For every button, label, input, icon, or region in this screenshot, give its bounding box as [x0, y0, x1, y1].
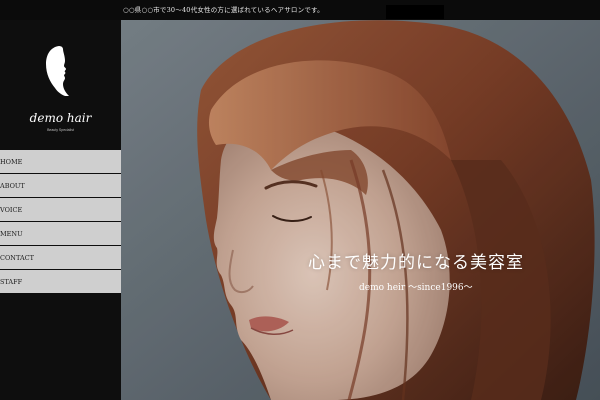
nav-item-label: MENU — [0, 229, 23, 238]
main-nav: HOME ABOUT VOICE MENU CONTACT STAFF — [0, 150, 121, 294]
woman-silhouette-icon — [46, 46, 69, 96]
sidebar: demo hair Beauty Specialist HOME ABOUT V… — [0, 20, 121, 400]
nav-item-label: HOME — [0, 157, 23, 166]
hero-subline: demo heir 〜since1996〜 — [359, 283, 473, 293]
nav-item-label: CONTACT — [0, 253, 34, 262]
nav-item-menu[interactable]: MENU — [0, 222, 121, 245]
hero-headline: 心まで魅力的になる美容室 — [308, 253, 524, 273]
logo-tagline: Beauty Specialist — [47, 128, 74, 132]
top-bar: ○○県○○市で30〜40代女性の方に選ばれているヘアサロンです。 — [0, 0, 600, 20]
nav-item-voice[interactable]: VOICE — [0, 198, 121, 221]
nav-item-label: STAFF — [0, 277, 23, 286]
nav-item-label: VOICE — [0, 205, 23, 214]
hero-image — [121, 20, 600, 400]
top-bar-black-box — [386, 5, 444, 19]
hero-section: 心まで魅力的になる美容室 demo heir 〜since1996〜 — [121, 20, 600, 400]
nav-item-about[interactable]: ABOUT — [0, 174, 121, 197]
nav-item-label: ABOUT — [0, 181, 25, 190]
top-bar-message: ○○県○○市で30〜40代女性の方に選ばれているヘアサロンです。 — [123, 6, 324, 14]
nav-item-home[interactable]: HOME — [0, 150, 121, 173]
logo[interactable]: demo hair Beauty Specialist — [0, 44, 121, 144]
nav-item-contact[interactable]: CONTACT — [0, 246, 121, 269]
logo-name: demo hair — [29, 111, 92, 125]
nav-item-staff[interactable]: STAFF — [0, 270, 121, 293]
